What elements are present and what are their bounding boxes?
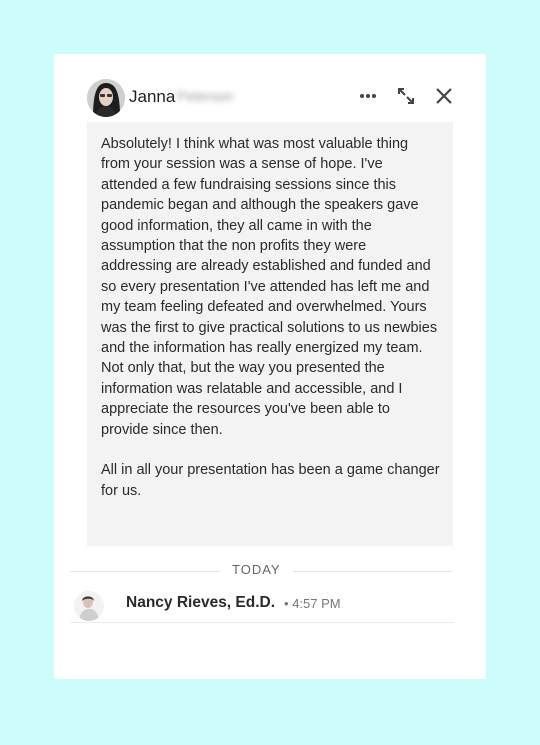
time-separator: • bbox=[284, 596, 289, 611]
time-value: 4:57 PM bbox=[292, 596, 341, 611]
message-bubble: Absolutely! I think what was most valuab… bbox=[87, 122, 453, 546]
ellipsis-icon bbox=[360, 94, 376, 98]
message-body: Absolutely! I think what was most valuab… bbox=[101, 134, 441, 501]
sender-avatar[interactable] bbox=[74, 591, 104, 621]
message-paragraph: All in all your presentation has been a … bbox=[101, 462, 440, 499]
contact-last-name-blurred: Peterson bbox=[177, 88, 234, 104]
separator-line bbox=[70, 622, 454, 623]
message-window: Janna Peterson Absolutely! I think what … bbox=[54, 54, 486, 679]
contact-avatar[interactable] bbox=[87, 79, 125, 117]
sender-name[interactable]: Nancy Rieves, Ed.D. bbox=[126, 594, 275, 612]
more-options-button[interactable] bbox=[354, 82, 382, 110]
contact-first-name[interactable]: Janna bbox=[129, 87, 175, 107]
close-button[interactable] bbox=[430, 82, 458, 110]
date-divider-label: TODAY bbox=[220, 562, 293, 577]
expand-arrows-icon bbox=[398, 88, 414, 104]
message-timestamp: • 4:57 PM bbox=[284, 596, 341, 611]
close-icon bbox=[436, 88, 452, 104]
message-paragraph: Absolutely! I think what was most valuab… bbox=[101, 136, 438, 438]
expand-button[interactable] bbox=[392, 82, 420, 110]
